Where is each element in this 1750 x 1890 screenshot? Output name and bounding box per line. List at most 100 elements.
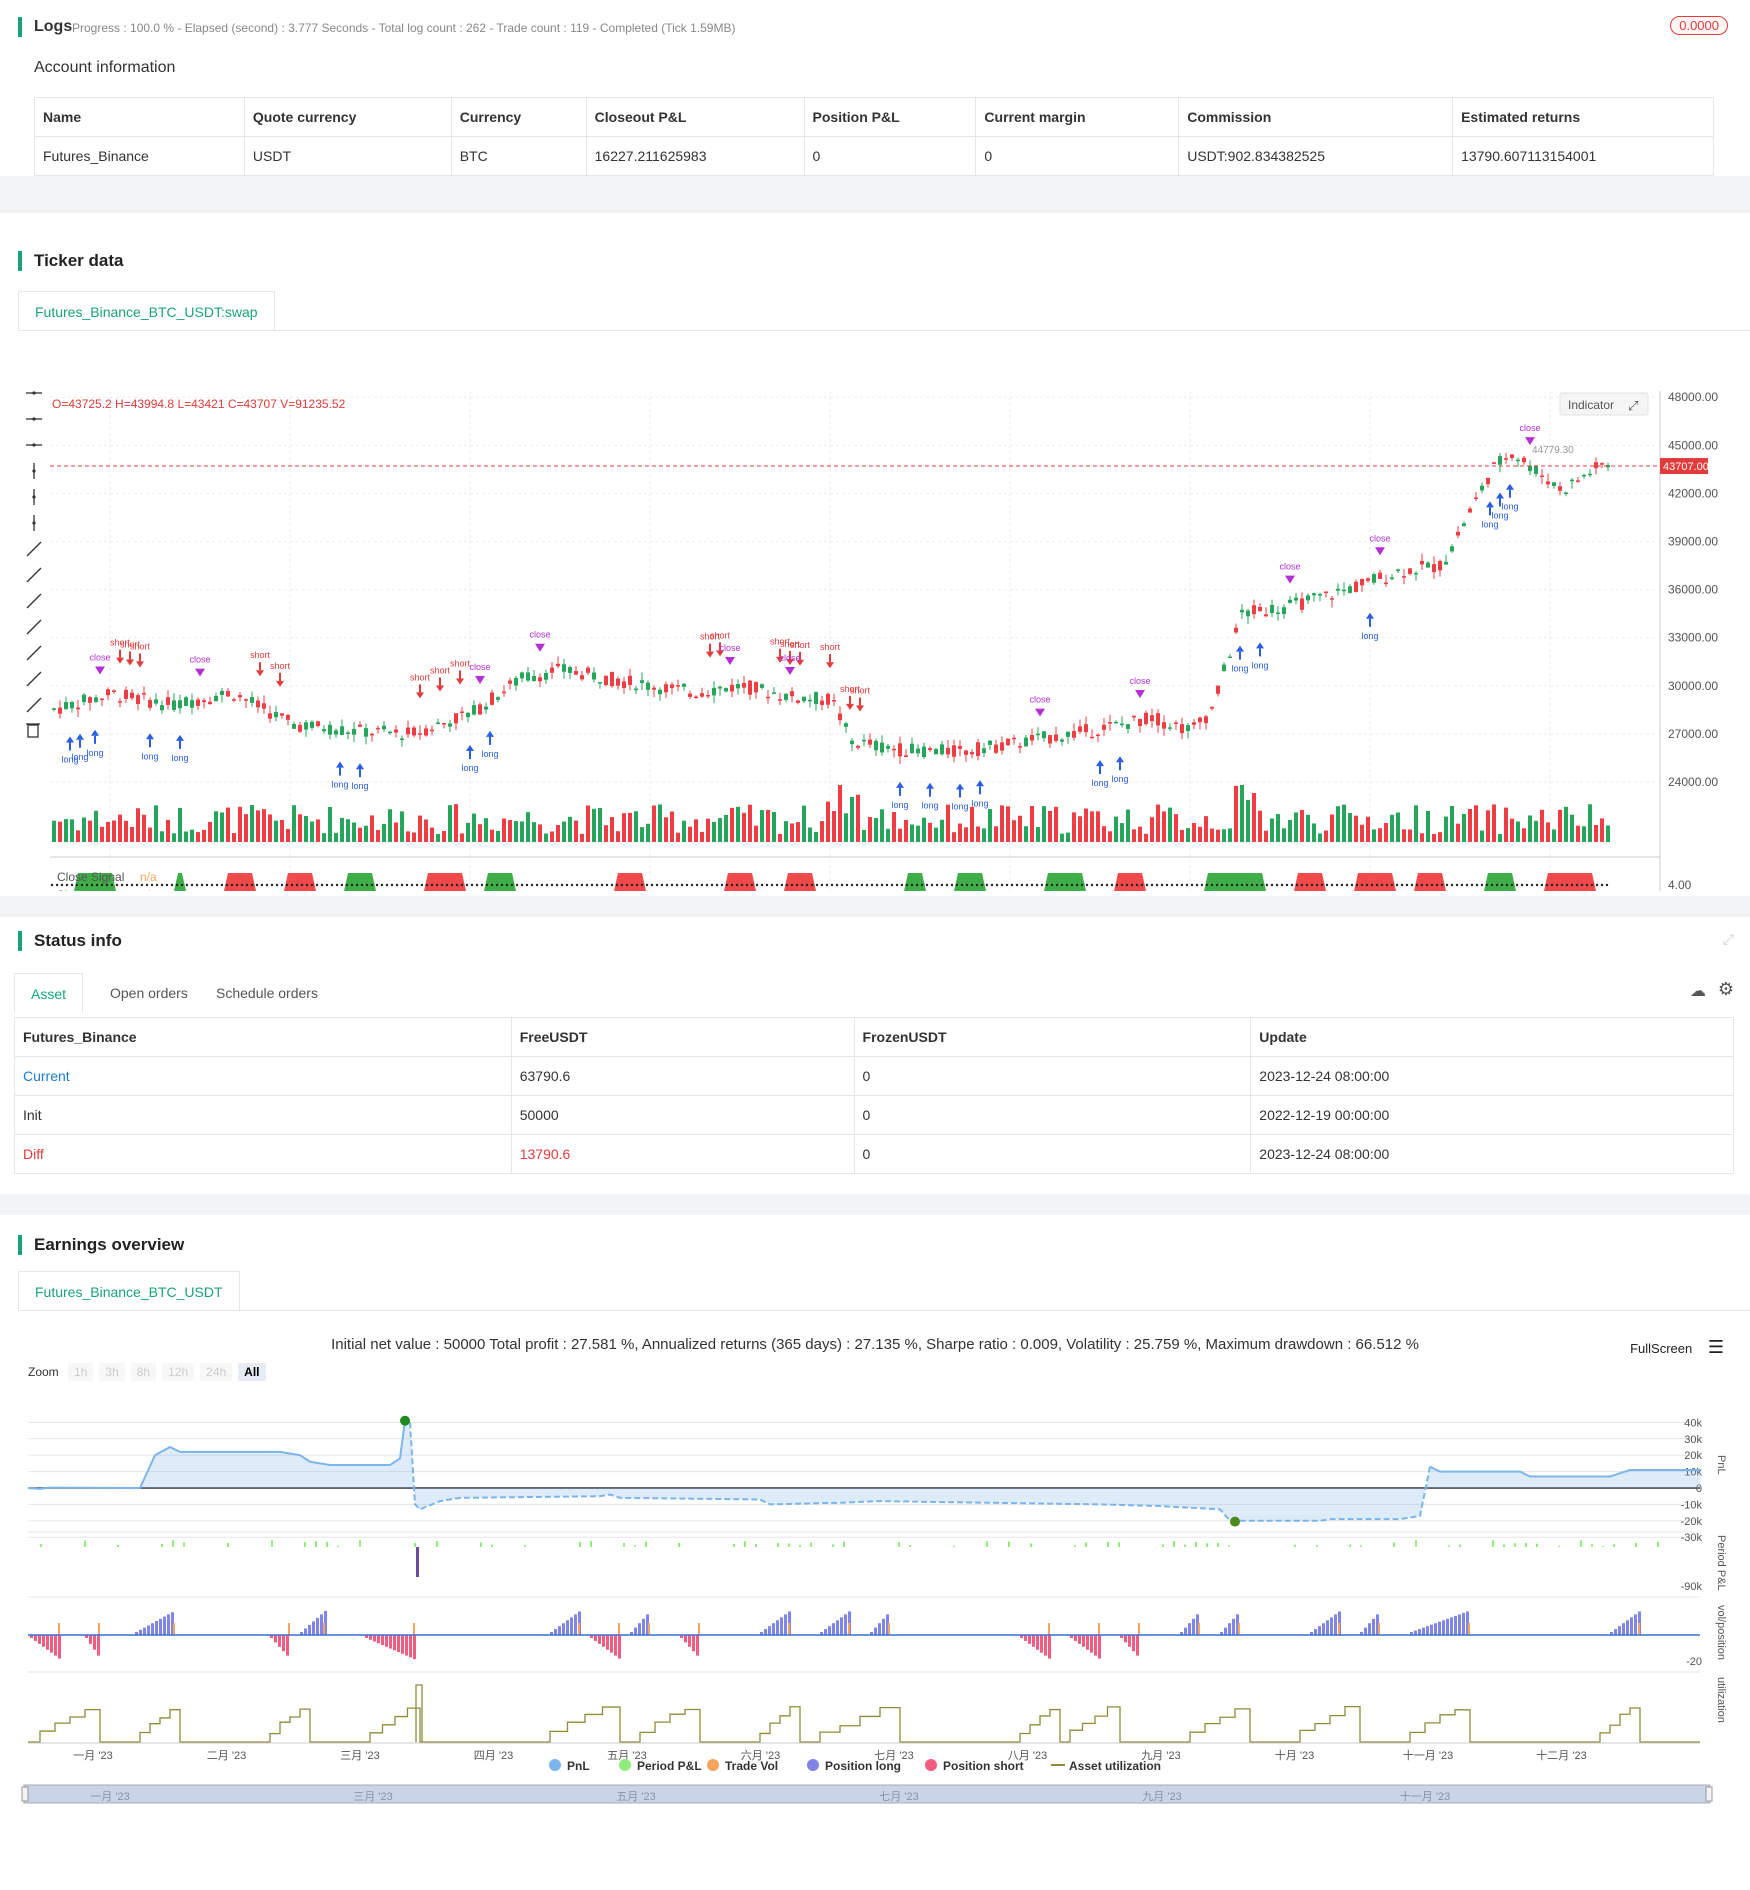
candle-body (214, 695, 218, 702)
vertical-segment-icon[interactable] (32, 489, 36, 505)
time-tick-label: 十月 '23 (1275, 1748, 1314, 1762)
volume-bar (436, 833, 440, 842)
volume-bar (328, 806, 332, 842)
cloud-download-icon[interactable]: ☁ (1690, 981, 1706, 1001)
long-entry-arrow (1096, 760, 1104, 767)
position-bar (1224, 1627, 1227, 1635)
zoom-24h-button[interactable]: 24h (200, 1363, 233, 1381)
period-pnl-bar (416, 1547, 419, 1577)
candle-body (1498, 456, 1502, 465)
volume-bar (1462, 813, 1466, 842)
trash-icon[interactable] (26, 723, 40, 738)
position-bar (1622, 1623, 1625, 1635)
position-bar (1086, 1635, 1089, 1650)
navigator-handle-left[interactable] (21, 1786, 29, 1802)
position-bar (1334, 1614, 1337, 1635)
volume-bar (1498, 833, 1502, 842)
horizontal-line-icon[interactable] (26, 391, 42, 395)
candle-body (1120, 723, 1124, 726)
position-bar (614, 1635, 617, 1656)
period-pnl-bar (810, 1542, 812, 1547)
horizontal-ray-icon[interactable] (26, 417, 42, 421)
trade-vol-bar (413, 1623, 415, 1635)
vol-tick-label: -20 (1686, 1656, 1702, 1668)
fullscreen-button[interactable]: FullScreen ☰ (1630, 1337, 1724, 1358)
trend-line-icon[interactable] (26, 541, 42, 557)
volume-bar (1366, 816, 1370, 842)
position-bar (34, 1635, 37, 1641)
volume-bar (622, 813, 626, 842)
candle-body (364, 728, 368, 737)
gear-icon[interactable]: ⚙ (1718, 979, 1734, 1000)
volume-bar (1456, 823, 1460, 842)
pnl-tick-label: 30k (1684, 1434, 1702, 1446)
vertical-ray-icon[interactable] (32, 515, 36, 531)
zoom-all-button[interactable]: All (238, 1363, 266, 1381)
zoom-12h-button[interactable]: 12h (162, 1363, 195, 1381)
volume-bar (724, 814, 728, 842)
measure-icon[interactable] (26, 645, 42, 661)
ray-icon[interactable] (26, 567, 42, 583)
legend-item-position-long[interactable]: Position long (807, 1759, 901, 1773)
marker-label: close (1369, 533, 1390, 543)
navigator-range[interactable] (23, 1784, 1711, 1804)
segment-icon[interactable] (26, 593, 42, 609)
zoom-1h-button[interactable]: 1h (68, 1363, 94, 1381)
expand-icon[interactable]: ⤢ (1723, 931, 1734, 948)
account-header-cell: Current margin (975, 97, 1180, 137)
volume-bar (1390, 814, 1394, 842)
volume-bar (682, 820, 686, 842)
volume-bar (1378, 828, 1382, 842)
candle-body (952, 745, 956, 757)
position-bar (1364, 1627, 1367, 1635)
asset-cell[interactable]: Current (14, 1056, 512, 1096)
vertical-line-icon[interactable] (32, 463, 36, 479)
fibonacci-icon[interactable] (26, 619, 42, 635)
volume-bar (1042, 806, 1046, 842)
volume-bar (1426, 810, 1430, 842)
tab-asset[interactable]: Asset (14, 973, 84, 1013)
time-tick-label: 十一月 '23 (1403, 1748, 1453, 1762)
position-bar (684, 1635, 687, 1643)
tab-earnings-symbol[interactable]: Futures_Binance_BTC_USDT (18, 1271, 240, 1311)
position-bar (638, 1623, 641, 1635)
oscillator-legend-name: Signal (57, 888, 90, 891)
long-entry-arrow (1256, 642, 1264, 649)
position-bar (688, 1635, 691, 1647)
zoom-3h-button[interactable]: 3h (99, 1363, 125, 1381)
trade-vol-bar (618, 1623, 620, 1635)
legend-item-pnl[interactable]: PnL (549, 1759, 590, 1773)
volume-bar (382, 823, 386, 842)
earnings-summary: Initial net value : 50000 Total profit :… (331, 1336, 1419, 1353)
volume-bar (832, 811, 836, 842)
volume-bar (400, 811, 404, 842)
marker-label: short (130, 641, 151, 651)
position-bar (1454, 1615, 1457, 1635)
tab-open-orders[interactable]: Open orders (94, 973, 204, 1013)
navigator[interactable]: 一月 '23 三月 '23 五月 '23 七月 '23 九月 '23 十一月 '23 (21, 1784, 1713, 1804)
position-bar (824, 1629, 827, 1635)
tab-ticker-symbol[interactable]: Futures_Binance_BTC_USDT:swap (18, 291, 275, 331)
extended-line-icon[interactable] (26, 443, 42, 447)
menu-icon[interactable]: ☰ (1708, 1337, 1724, 1357)
volume-bar (130, 826, 134, 842)
zoom-8h-button[interactable]: 8h (130, 1363, 157, 1381)
volume-bar (790, 823, 794, 842)
candle-body (1318, 594, 1322, 596)
oscillator-legend-value: n/a (140, 888, 157, 891)
indicator-button[interactable]: Indicator ⤢ (1559, 392, 1649, 416)
ticker-chart[interactable]: 48000.00 45000.00 42000.00 39000.00 36000.00… (0, 331, 1750, 891)
tab-schedule-orders[interactable]: Schedule orders (200, 973, 334, 1013)
legend-item-position-short[interactable]: Position short (925, 1759, 1024, 1773)
candle-body (1168, 727, 1172, 729)
trade-vol-bar (1238, 1623, 1240, 1635)
parallel-channel-icon[interactable] (26, 671, 42, 687)
pitchfork-icon[interactable] (26, 697, 42, 713)
fullscreen-icon[interactable]: ⤢ (1628, 398, 1638, 413)
earnings-chart[interactable]: 40k30k20k10k0-10k-20k-30kPnL-90kPeriod P… (0, 1387, 1750, 1887)
navigator-handle-right[interactable] (1705, 1786, 1713, 1802)
legend-item-asset-utilization[interactable]: Asset utilization (1051, 1759, 1161, 1773)
trade-vol-bar (888, 1623, 890, 1635)
legend-item-trade-vol[interactable]: Trade Vol (707, 1759, 778, 1773)
volume-bar (1528, 815, 1532, 842)
